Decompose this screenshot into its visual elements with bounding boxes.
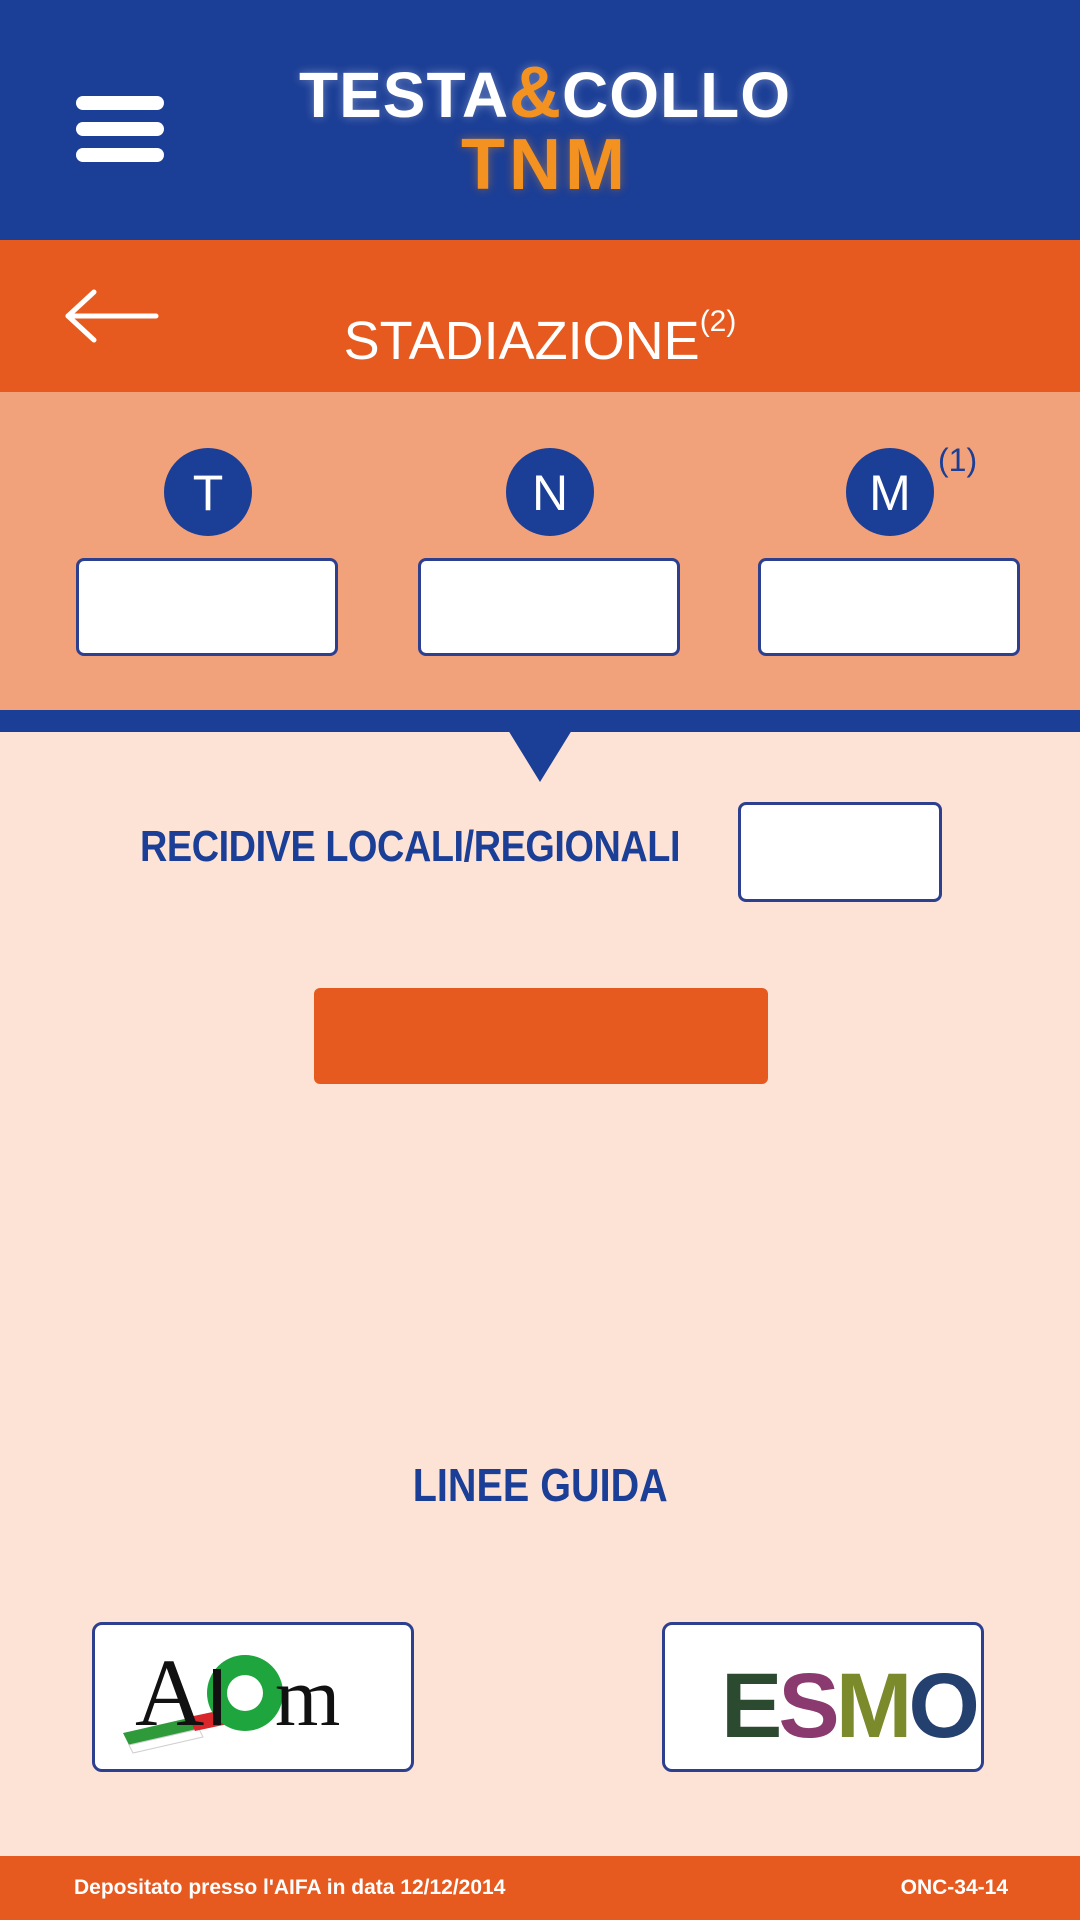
guidelines-title: LINEE GUIDA: [412, 1459, 668, 1511]
hamburger-menu-icon[interactable]: [76, 96, 164, 162]
m-footnote-ref: (1): [938, 442, 978, 478]
tnm-panel: T N M (1): [0, 392, 1080, 710]
svg-text:m: m: [275, 1651, 340, 1744]
aiom-guideline-button[interactable]: A m: [92, 1622, 414, 1772]
aiom-logo-icon: A m: [123, 1639, 340, 1754]
app-logo: TESTA&COLLO TNM: [250, 53, 840, 208]
divider-pointer: [508, 730, 572, 782]
t-select[interactable]: [76, 558, 338, 656]
m-column: M (1): [758, 442, 1020, 658]
esmo-logo-icon: ESMO: [721, 1655, 980, 1757]
m-badge: M: [846, 448, 934, 536]
calculate-button[interactable]: [314, 988, 768, 1084]
svg-text:A: A: [135, 1639, 204, 1746]
m-select[interactable]: [758, 558, 1020, 656]
page-title: STADIAZIONE(2): [343, 305, 737, 371]
app-header: TESTA&COLLO TNM: [0, 0, 1080, 240]
footer: Depositato presso l'AIFA in data 12/12/2…: [0, 1856, 1080, 1920]
n-select[interactable]: [418, 558, 680, 656]
logo-line1: TESTA&COLLO: [299, 53, 791, 133]
recidive-label: RECIDIVE LOCALI/REGIONALI: [140, 822, 681, 871]
recidive-select[interactable]: [738, 802, 942, 902]
n-column: N: [418, 448, 680, 658]
esmo-guideline-button[interactable]: ESMO: [662, 1622, 984, 1772]
footer-code: ONC-34-14: [900, 1876, 1008, 1899]
logo-line2: TNM: [461, 125, 629, 205]
n-badge: N: [506, 448, 594, 536]
footer-deposit-note: Depositato presso l'AIFA in data 12/12/2…: [74, 1876, 506, 1899]
section-divider: [0, 710, 1080, 732]
t-badge: T: [164, 448, 252, 536]
t-column: T: [76, 448, 338, 658]
svg-text:ESMO: ESMO: [721, 1655, 976, 1757]
title-bar: STADIAZIONE(2): [0, 240, 1080, 392]
